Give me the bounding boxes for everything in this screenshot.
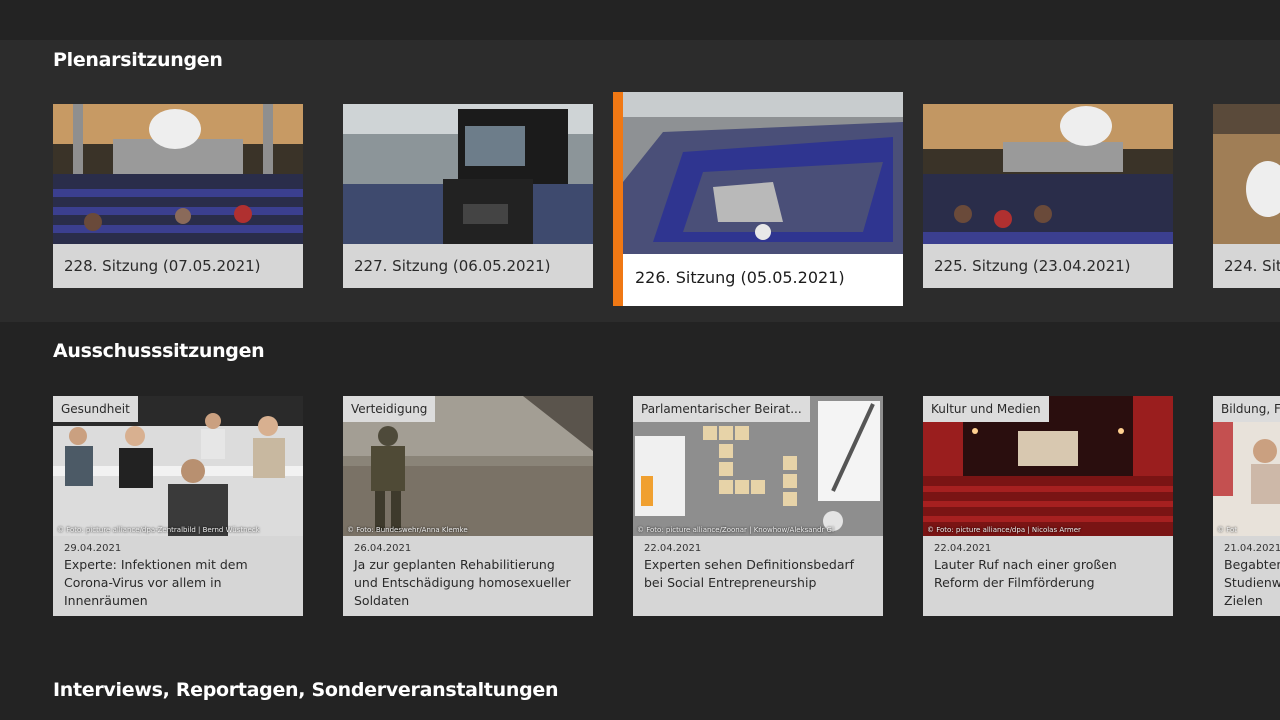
ausschuss-card-kultur-und-medien[interactable]: © Foto: picture alliance/dpa | Nicolas A…	[923, 396, 1173, 616]
ausschuss-card-parlamentarischer-beirat[interactable]: © Foto: picture alliance/Zoonar | Knowho…	[633, 396, 883, 616]
card-date: 22.04.2021	[934, 543, 992, 554]
photo-credit: © Foto: picture alliance/dpa-Zentralbild…	[57, 526, 260, 534]
category-badge: Gesundheit	[53, 396, 138, 422]
plenar-card-label: 224. Sitz	[1213, 244, 1280, 288]
card-body: 22.04.2021 Lauter Ruf nach einer großen …	[923, 536, 1173, 616]
photo-credit: © Foto: Bundeswehr/Anna Klemke	[347, 526, 468, 534]
card-body: 21.04.2021 Begabten Studienw Zielen	[1213, 536, 1280, 616]
plenar-card-label: 227. Sitzung (06.05.2021)	[343, 244, 593, 288]
card-text: Experte: Infektionen mit dem Corona-Viru…	[64, 557, 248, 608]
card-date: 22.04.2021	[644, 543, 702, 554]
focus-accent-bar	[613, 92, 623, 306]
plenar-thumbnail	[343, 104, 593, 244]
photo-credit: © Fot	[1217, 526, 1238, 534]
ausschuss-card-bildung[interactable]: © Fot Bildung, F 21.04.2021 Begabten Stu…	[1213, 396, 1280, 616]
card-text: Lauter Ruf nach einer großen Reform der …	[934, 557, 1117, 590]
plenar-card-label: 226. Sitzung (05.05.2021)	[623, 254, 903, 306]
ausschuss-card-verteidigung[interactable]: © Foto: Bundeswehr/Anna Klemke Verteidig…	[343, 396, 593, 616]
plenar-card-label: 228. Sitzung (07.05.2021)	[53, 244, 303, 288]
card-date: 21.04.2021	[1224, 543, 1280, 554]
photo-credit: © Foto: picture alliance/dpa | Nicolas A…	[927, 526, 1081, 534]
plenar-thumbnail	[53, 104, 303, 244]
top-bar	[0, 0, 1280, 40]
category-badge: Kultur und Medien	[923, 396, 1049, 422]
plenar-thumbnail	[1213, 104, 1280, 244]
section-title-plenarsitzungen: Plenarsitzungen	[53, 49, 223, 71]
card-text: Begabten Studienw Zielen	[1224, 557, 1280, 608]
plenar-card-224[interactable]: 224. Sitz	[1213, 104, 1280, 288]
card-text: Ja zur geplanten Rehabilitierung und Ent…	[354, 557, 571, 608]
card-body: 22.04.2021 Experten sehen Definitionsbed…	[633, 536, 883, 616]
card-date: 26.04.2021	[354, 543, 412, 554]
plenar-thumbnail	[623, 92, 903, 254]
ausschuss-card-gesundheit[interactable]: © Foto: picture alliance/dpa-Zentralbild…	[53, 396, 303, 616]
section-title-interviews: Interviews, Reportagen, Sonderveranstalt…	[53, 679, 559, 701]
plenar-card-227[interactable]: 227. Sitzung (06.05.2021)	[343, 104, 593, 288]
plenar-card-228[interactable]: 228. Sitzung (07.05.2021)	[53, 104, 303, 288]
plenar-card-label: 225. Sitzung (23.04.2021)	[923, 244, 1173, 288]
category-badge: Bildung, F	[1213, 396, 1280, 422]
plenar-thumbnail	[923, 104, 1173, 244]
plenar-card-226[interactable]: 226. Sitzung (05.05.2021)	[613, 92, 903, 306]
card-body: 29.04.2021 Experte: Infektionen mit dem …	[53, 536, 303, 616]
card-body: 26.04.2021 Ja zur geplanten Rehabilitier…	[343, 536, 593, 616]
category-badge: Parlamentarischer Beirat...	[633, 396, 810, 422]
section-title-ausschusssitzungen: Ausschusssitzungen	[53, 340, 265, 362]
plenar-card-225[interactable]: 225. Sitzung (23.04.2021)	[923, 104, 1173, 288]
card-date: 29.04.2021	[64, 543, 122, 554]
card-text: Experten sehen Definitionsbedarf bei Soc…	[644, 557, 855, 590]
category-badge: Verteidigung	[343, 396, 436, 422]
photo-credit: © Foto: picture alliance/Zoonar | Knowho…	[637, 526, 834, 534]
